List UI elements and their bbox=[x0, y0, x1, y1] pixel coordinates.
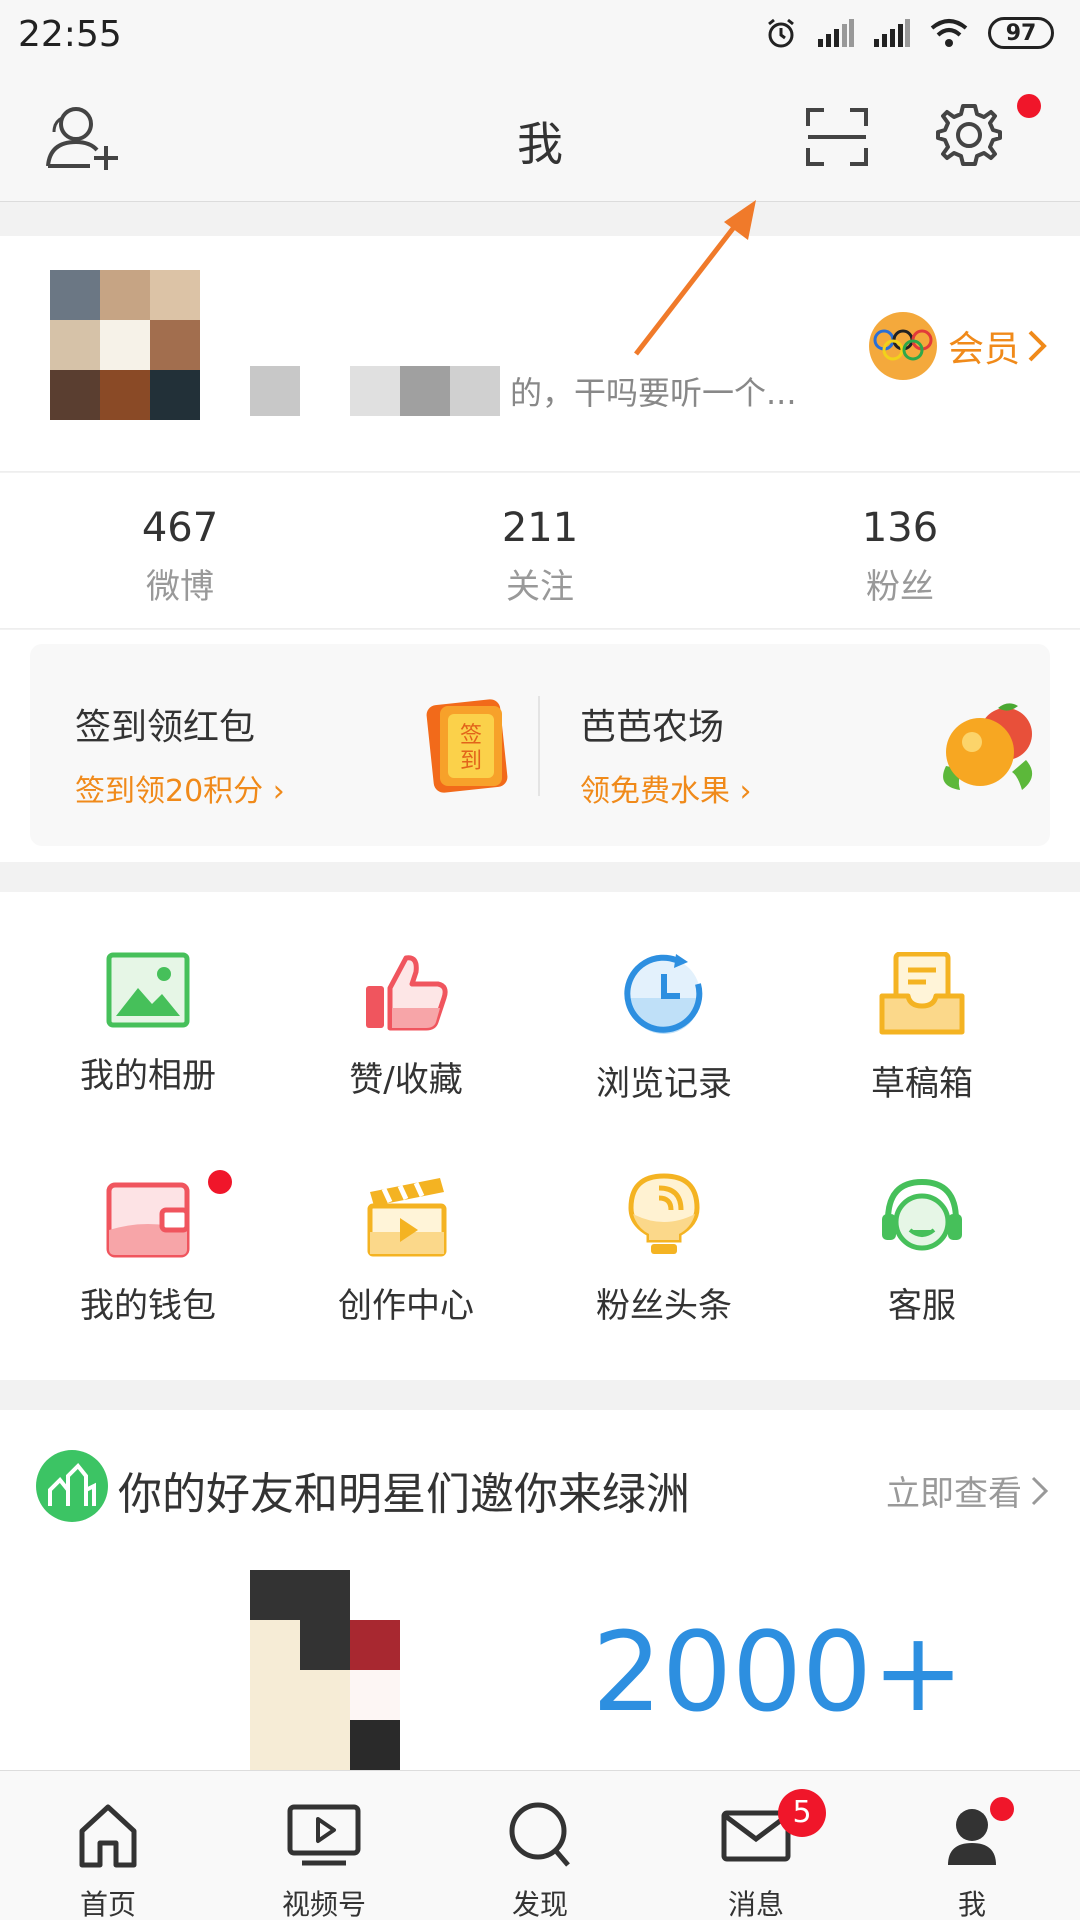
oasis-user-count: 2000+ bbox=[592, 1608, 965, 1736]
scan-icon[interactable] bbox=[806, 108, 868, 166]
search-icon bbox=[509, 1802, 570, 1867]
grid-item-customer-service[interactable]: 客服 bbox=[792, 1174, 1052, 1327]
grid-item-history[interactable]: 浏览记录 bbox=[534, 952, 794, 1105]
tab-label: 我 bbox=[957, 1888, 986, 1920]
tab-home[interactable]: 首页 bbox=[0, 1771, 216, 1920]
profile-bio: 的，干吗要听一个... bbox=[250, 366, 797, 416]
signal-icon-2 bbox=[874, 19, 910, 47]
tab-label: 消息 bbox=[727, 1888, 784, 1920]
stat-value: 136 bbox=[861, 505, 939, 551]
oasis-link-label: 立即查看 bbox=[886, 1474, 1022, 1514]
headset-icon bbox=[882, 1178, 962, 1251]
tab-label: 发现 bbox=[511, 1888, 568, 1920]
grid-label: 草稿箱 bbox=[871, 1064, 973, 1104]
top-nav: 我 bbox=[0, 72, 1080, 202]
blurred-text bbox=[400, 366, 450, 416]
grid-item-fan-headlines[interactable]: 粉丝头条 bbox=[534, 1172, 794, 1327]
stat-weibo[interactable]: 467 微博 bbox=[0, 473, 360, 628]
promo-checkin[interactable]: 签到领红包 签到领20积分 › 签 到 bbox=[30, 644, 538, 846]
grid-label: 我的相册 bbox=[80, 1056, 216, 1096]
tab-me[interactable]: 我 bbox=[864, 1771, 1080, 1920]
vip-label: 会员 bbox=[947, 329, 1020, 370]
grid-label: 创作中心 bbox=[338, 1286, 474, 1326]
chevron-right-icon bbox=[1031, 1476, 1049, 1505]
page-title: 我 bbox=[517, 117, 563, 171]
oasis-logo-icon bbox=[36, 1450, 108, 1522]
grid-item-creator[interactable]: 创作中心 bbox=[276, 1174, 536, 1327]
blurred-name bbox=[250, 366, 300, 416]
wallet-icon bbox=[106, 1182, 190, 1258]
checkin-envelope-icon: 签 到 bbox=[426, 699, 508, 793]
avatar[interactable] bbox=[50, 270, 200, 420]
stat-label: 微博 bbox=[146, 567, 214, 607]
promo-card: 签到领红包 签到领20积分 › 签 到 芭芭农场 领免费水果 › bbox=[30, 644, 1050, 846]
thumbs-up-icon bbox=[366, 955, 448, 1031]
vip-entry[interactable]: 会员 bbox=[864, 310, 1050, 382]
status-bar: 22:55 97 bbox=[0, 0, 1080, 72]
alarm-icon bbox=[768, 18, 794, 48]
me-notification-dot bbox=[990, 1797, 1014, 1821]
tab-label: 视频号 bbox=[281, 1888, 366, 1920]
envelope-text-1: 签 bbox=[460, 723, 482, 748]
home-icon bbox=[79, 1804, 137, 1868]
stat-label: 关注 bbox=[506, 567, 574, 607]
envelope-text-2: 到 bbox=[460, 749, 482, 774]
unread-badge: 5 bbox=[778, 1789, 826, 1837]
promo-subtitle: 签到领20积分 › bbox=[75, 774, 285, 809]
bottom-nav: 首页 视频号 发现 消息 5 我 bbox=[0, 1770, 1080, 1920]
stat-fans[interactable]: 136 粉丝 bbox=[720, 473, 1080, 628]
battery-indicator: 97 bbox=[988, 17, 1054, 49]
grid-item-likes[interactable]: 赞/收藏 bbox=[276, 952, 536, 1101]
status-time: 22:55 bbox=[18, 14, 122, 55]
status-icons: 97 bbox=[764, 16, 1054, 50]
draft-box-icon bbox=[879, 952, 965, 1035]
signal-icon bbox=[818, 19, 854, 47]
oasis-invite-card[interactable]: 你的好友和明星们邀你来绿洲 立即查看 2000+ bbox=[0, 1410, 1080, 1770]
stats-row: 467 微博 211 关注 136 粉丝 bbox=[0, 473, 1080, 629]
profile-card[interactable]: 的，干吗要听一个... 会员 bbox=[0, 236, 1080, 472]
tab-discover[interactable]: 发现 bbox=[432, 1771, 648, 1920]
tab-label: 首页 bbox=[79, 1888, 136, 1920]
oasis-blurred-image bbox=[250, 1570, 400, 1770]
function-grid: 我的相册 赞/收藏 浏览记录 草稿箱 我的钱包 创作中心 粉丝头条 客服 bbox=[0, 892, 1080, 1380]
promo-title: 芭芭农场 bbox=[580, 707, 725, 748]
stat-value: 467 bbox=[141, 505, 219, 551]
grid-item-album[interactable]: 我的相册 bbox=[18, 952, 278, 1097]
tab-video[interactable]: 视频号 bbox=[216, 1771, 432, 1920]
olympic-rings-icon bbox=[868, 312, 937, 380]
chevron-right-icon bbox=[1028, 330, 1047, 362]
promo-farm[interactable]: 芭芭农场 领免费水果 › bbox=[540, 644, 1050, 846]
bio-text: 的，干吗要听一个... bbox=[510, 374, 797, 412]
grid-label: 粉丝头条 bbox=[596, 1286, 732, 1326]
lightbulb-icon bbox=[628, 1173, 700, 1254]
grid-item-wallet[interactable]: 我的钱包 bbox=[18, 1182, 278, 1327]
oasis-title: 你的好友和明星们邀你来绿洲 bbox=[118, 1469, 690, 1520]
video-icon bbox=[287, 1804, 361, 1866]
blurred-text bbox=[450, 366, 500, 416]
wallet-notification-dot bbox=[208, 1170, 232, 1194]
tab-messages[interactable]: 消息 5 bbox=[648, 1771, 864, 1920]
stat-label: 粉丝 bbox=[866, 567, 934, 607]
creator-clapper-icon bbox=[367, 1178, 447, 1257]
grid-label: 客服 bbox=[888, 1286, 956, 1326]
promo-section: 签到领红包 签到领20积分 › 签 到 芭芭农场 领免费水果 › bbox=[0, 630, 1080, 862]
promo-subtitle: 领免费水果 › bbox=[580, 774, 752, 809]
blurred-text bbox=[350, 366, 400, 416]
settings-gear-icon[interactable] bbox=[936, 102, 1002, 168]
history-clock-icon bbox=[624, 954, 703, 1034]
grid-item-drafts[interactable]: 草稿箱 bbox=[792, 952, 1052, 1105]
wifi-icon bbox=[930, 19, 968, 47]
stat-following[interactable]: 211 关注 bbox=[360, 473, 720, 628]
grid-label: 赞/收藏 bbox=[349, 1060, 463, 1100]
promo-title: 签到领红包 bbox=[75, 707, 256, 748]
photo-album-icon bbox=[106, 952, 190, 1028]
settings-notification-dot bbox=[1017, 94, 1041, 118]
fruit-icon bbox=[943, 703, 1033, 790]
oasis-view-link[interactable]: 立即查看 bbox=[886, 1466, 1050, 1515]
grid-label: 浏览记录 bbox=[596, 1064, 732, 1104]
grid-label: 我的钱包 bbox=[80, 1286, 216, 1326]
stat-value: 211 bbox=[501, 505, 579, 551]
